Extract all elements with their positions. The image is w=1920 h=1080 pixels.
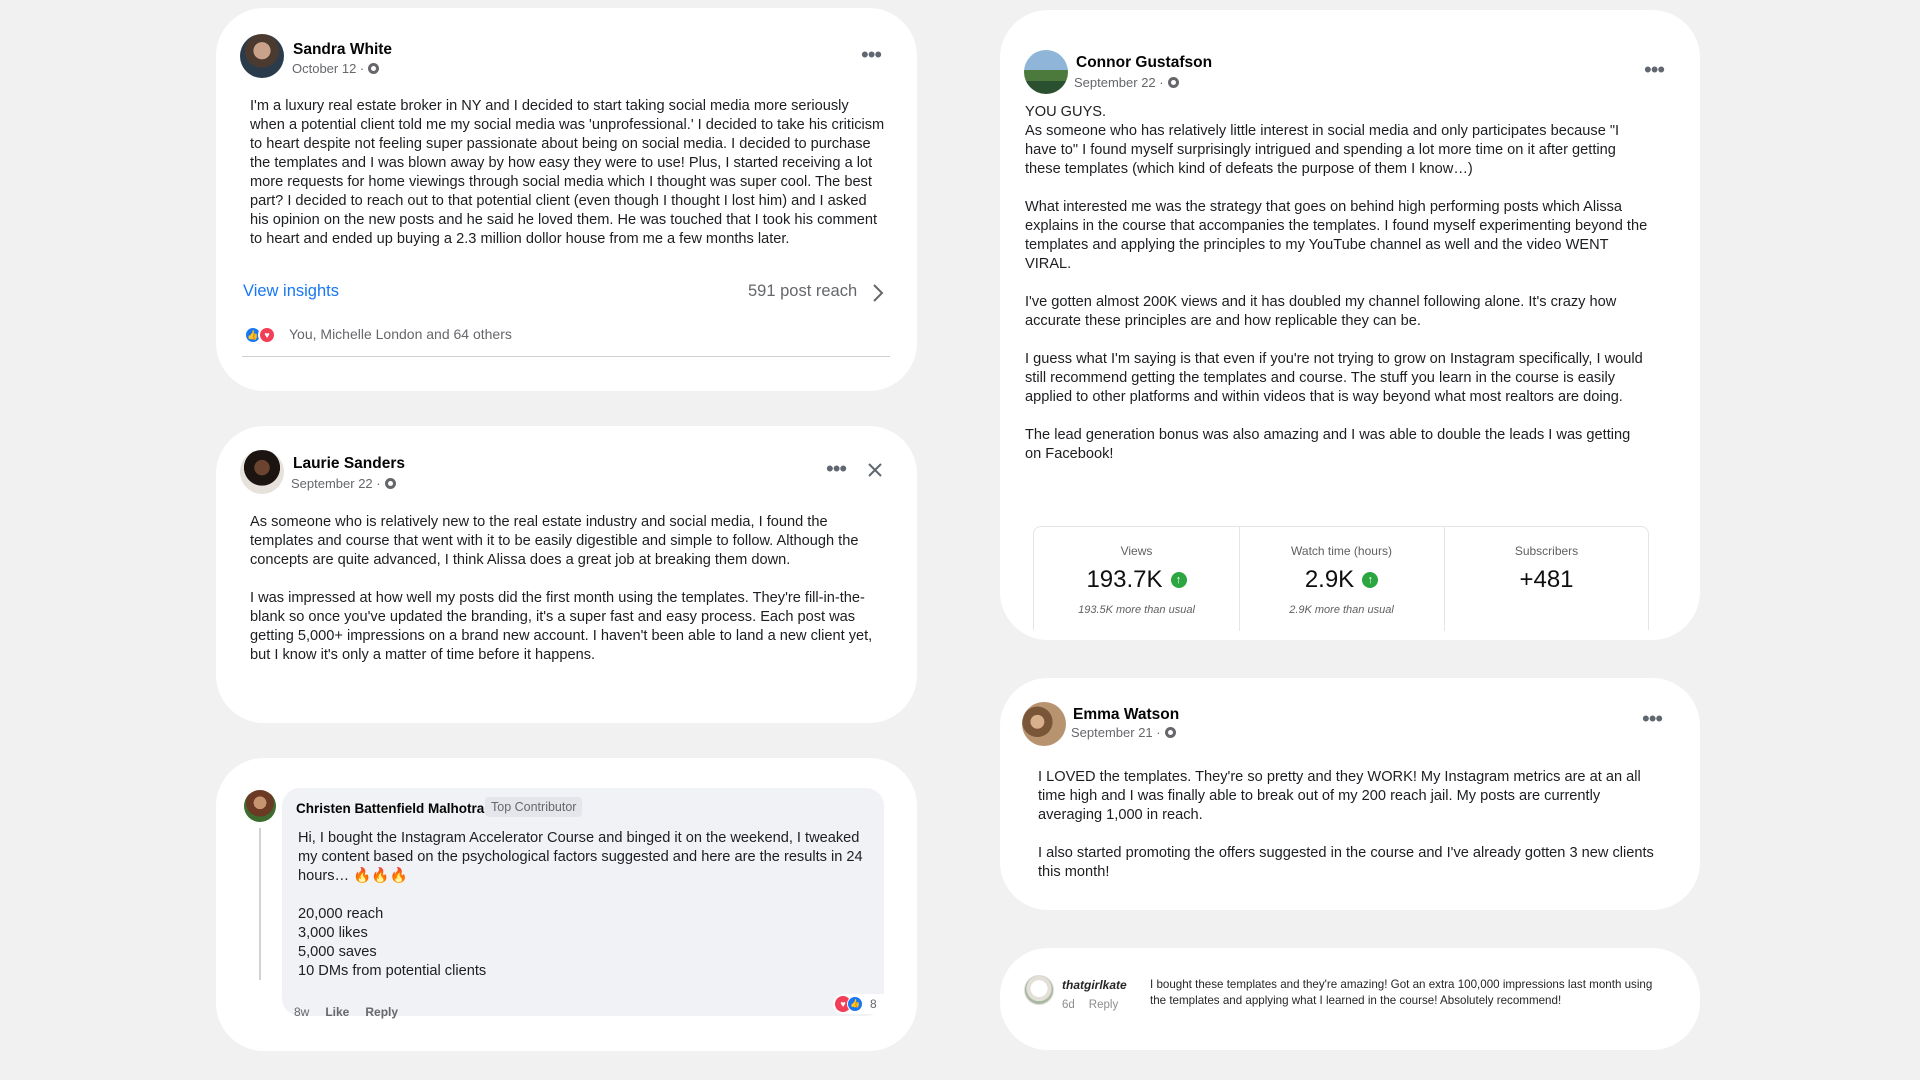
reaction-summary[interactable]: You, Michelle London and 64 others xyxy=(289,326,512,342)
date-text: September 22 · xyxy=(1074,75,1164,90)
result-line: 3,000 likes xyxy=(298,925,368,941)
more-icon[interactable]: ••• xyxy=(1644,59,1665,81)
globe-icon xyxy=(1164,727,1176,738)
post-body: I'm a luxury real estate broker in NY an… xyxy=(250,98,885,247)
thread-line xyxy=(259,828,261,980)
close-icon[interactable] xyxy=(867,462,883,478)
post-body: As someone who is relatively new to the … xyxy=(250,513,890,665)
paragraph: The lead generation bonus was also amazi… xyxy=(1025,427,1631,462)
stat-value: 193.7K ↑ xyxy=(1034,566,1239,594)
date-text: September 22 · xyxy=(291,476,381,491)
avatar[interactable] xyxy=(1024,975,1054,1005)
reaction-icons[interactable]: 👍 ♥ xyxy=(244,326,280,344)
comment-card-kate: thatgirlkate I bought these templates an… xyxy=(1000,948,1700,1050)
commenter-name[interactable]: thatgirlkate xyxy=(1062,978,1127,992)
chevron-right-icon[interactable] xyxy=(872,283,884,303)
post-date: October 12 · xyxy=(292,61,380,76)
result-line: 10 DMs from potential clients xyxy=(298,963,487,979)
avatar[interactable] xyxy=(1024,50,1068,94)
globe-icon xyxy=(368,63,380,74)
post-reach: 591 post reach xyxy=(748,282,858,300)
avatar[interactable] xyxy=(240,34,284,78)
stat-subscribers[interactable]: Subscribers +481 xyxy=(1444,544,1649,604)
reply-link[interactable]: Reply xyxy=(1089,999,1118,1011)
post-date: September 22 · xyxy=(291,476,396,491)
avatar[interactable] xyxy=(1022,702,1066,746)
paragraph: I was impressed at how well my posts did… xyxy=(250,590,873,663)
date-text: October 12 · xyxy=(292,61,365,76)
more-icon[interactable]: ••• xyxy=(861,44,882,66)
globe-icon xyxy=(1167,77,1179,88)
avatar[interactable] xyxy=(240,450,284,494)
analytics-panel: Views 193.7K ↑ 193.5K more than usual Wat… xyxy=(1033,526,1649,631)
post-date: September 21 · xyxy=(1071,725,1176,740)
post-card-laurie: Laurie Sanders September 22 · ••• As som… xyxy=(216,426,917,723)
comment-time: 6d xyxy=(1062,999,1075,1011)
comment-card-christen: Christen Battenfield Malhotra Top Contri… xyxy=(216,758,917,1051)
comment-actions: 8w Like Reply xyxy=(294,1005,398,1019)
author-name[interactable]: Laurie Sanders xyxy=(293,455,405,473)
paragraph: I also started promoting the offers sugg… xyxy=(1038,845,1654,880)
post-body: YOU GUYS. As someone who has relatively … xyxy=(1025,103,1650,464)
top-contributor-badge: Top Contributor xyxy=(485,797,583,817)
arrow-up-circle-icon: ↑ xyxy=(1170,572,1187,588)
result-line: 5,000 saves xyxy=(298,944,377,960)
comment-time: 8w xyxy=(294,1005,310,1019)
comment-actions: 6d Reply xyxy=(1062,999,1118,1011)
view-insights-link[interactable]: View insights xyxy=(243,282,339,301)
stat-label: Views xyxy=(1120,544,1153,558)
stat-watch-time[interactable]: Watch time (hours) 2.9K ↑ 2.9K more than … xyxy=(1239,544,1444,616)
result-line: 20,000 reach xyxy=(298,906,384,922)
paragraph: YOU GUYS. As someone who has relatively … xyxy=(1025,104,1620,177)
post-body: I LOVED the templates. They're so pretty… xyxy=(1038,768,1660,882)
stat-number: 193.7K xyxy=(1086,566,1163,593)
paragraph: As someone who is relatively new to the … xyxy=(250,514,859,568)
reply-link[interactable]: Reply xyxy=(365,1005,398,1019)
more-icon[interactable]: ••• xyxy=(1642,708,1663,730)
stat-subtext: 2.9K more than usual xyxy=(1289,604,1394,616)
comment-body: Hi, I bought the Instagram Accelerator C… xyxy=(298,829,868,981)
paragraph: What interested me was the strategy that… xyxy=(1025,199,1648,272)
stat-label: Watch time (hours) xyxy=(1291,544,1392,558)
author-name[interactable]: Emma Watson xyxy=(1073,706,1179,724)
avatar[interactable] xyxy=(244,790,276,822)
comment-reactions[interactable]: ♥ 👍 8 xyxy=(833,994,899,1014)
post-date: September 22 · xyxy=(1074,75,1179,90)
like-link[interactable]: Like xyxy=(325,1005,349,1019)
paragraph: I've gotten almost 200K views and it has… xyxy=(1025,294,1617,329)
like-icon: 👍 xyxy=(847,996,863,1012)
comment-bubble: Christen Battenfield Malhotra Top Contri… xyxy=(282,788,884,1016)
stat-value: 2.9K ↑ xyxy=(1239,566,1444,594)
paragraph: I LOVED the templates. They're so pretty… xyxy=(1038,769,1641,823)
author-name[interactable]: Connor Gustafson xyxy=(1076,54,1212,72)
stat-value: +481 xyxy=(1444,566,1649,594)
commenter-name[interactable]: Christen Battenfield Malhotra xyxy=(296,801,484,816)
reaction-count: 8 xyxy=(870,997,877,1011)
love-icon: ♥ xyxy=(258,326,276,344)
comment-body: I bought these templates and they're ama… xyxy=(1150,978,1653,1007)
stat-number: +481 xyxy=(1519,566,1574,593)
arrow-up-circle-icon: ↑ xyxy=(1362,572,1379,588)
post-card-emma: Emma Watson September 21 · ••• I LOVED t… xyxy=(1000,678,1700,910)
divider xyxy=(242,356,890,357)
globe-icon xyxy=(384,478,396,489)
comment-intro: Hi, I bought the Instagram Accelerator C… xyxy=(298,830,863,884)
date-text: September 21 · xyxy=(1071,725,1161,740)
stat-subtext: 193.5K more than usual xyxy=(1078,604,1195,616)
stat-number: 2.9K xyxy=(1304,566,1355,593)
paragraph: I guess what I'm saying is that even if … xyxy=(1025,351,1643,405)
more-icon[interactable]: ••• xyxy=(826,458,847,480)
post-card-connor: Connor Gustafson September 22 · ••• YOU … xyxy=(1000,10,1700,640)
post-card-sandra: Sandra White October 12 · ••• I'm a luxu… xyxy=(216,8,917,391)
author-name[interactable]: Sandra White xyxy=(293,41,392,59)
stat-views[interactable]: Views 193.7K ↑ 193.5K more than usual xyxy=(1034,544,1239,616)
stat-label: Subscribers xyxy=(1514,544,1579,558)
